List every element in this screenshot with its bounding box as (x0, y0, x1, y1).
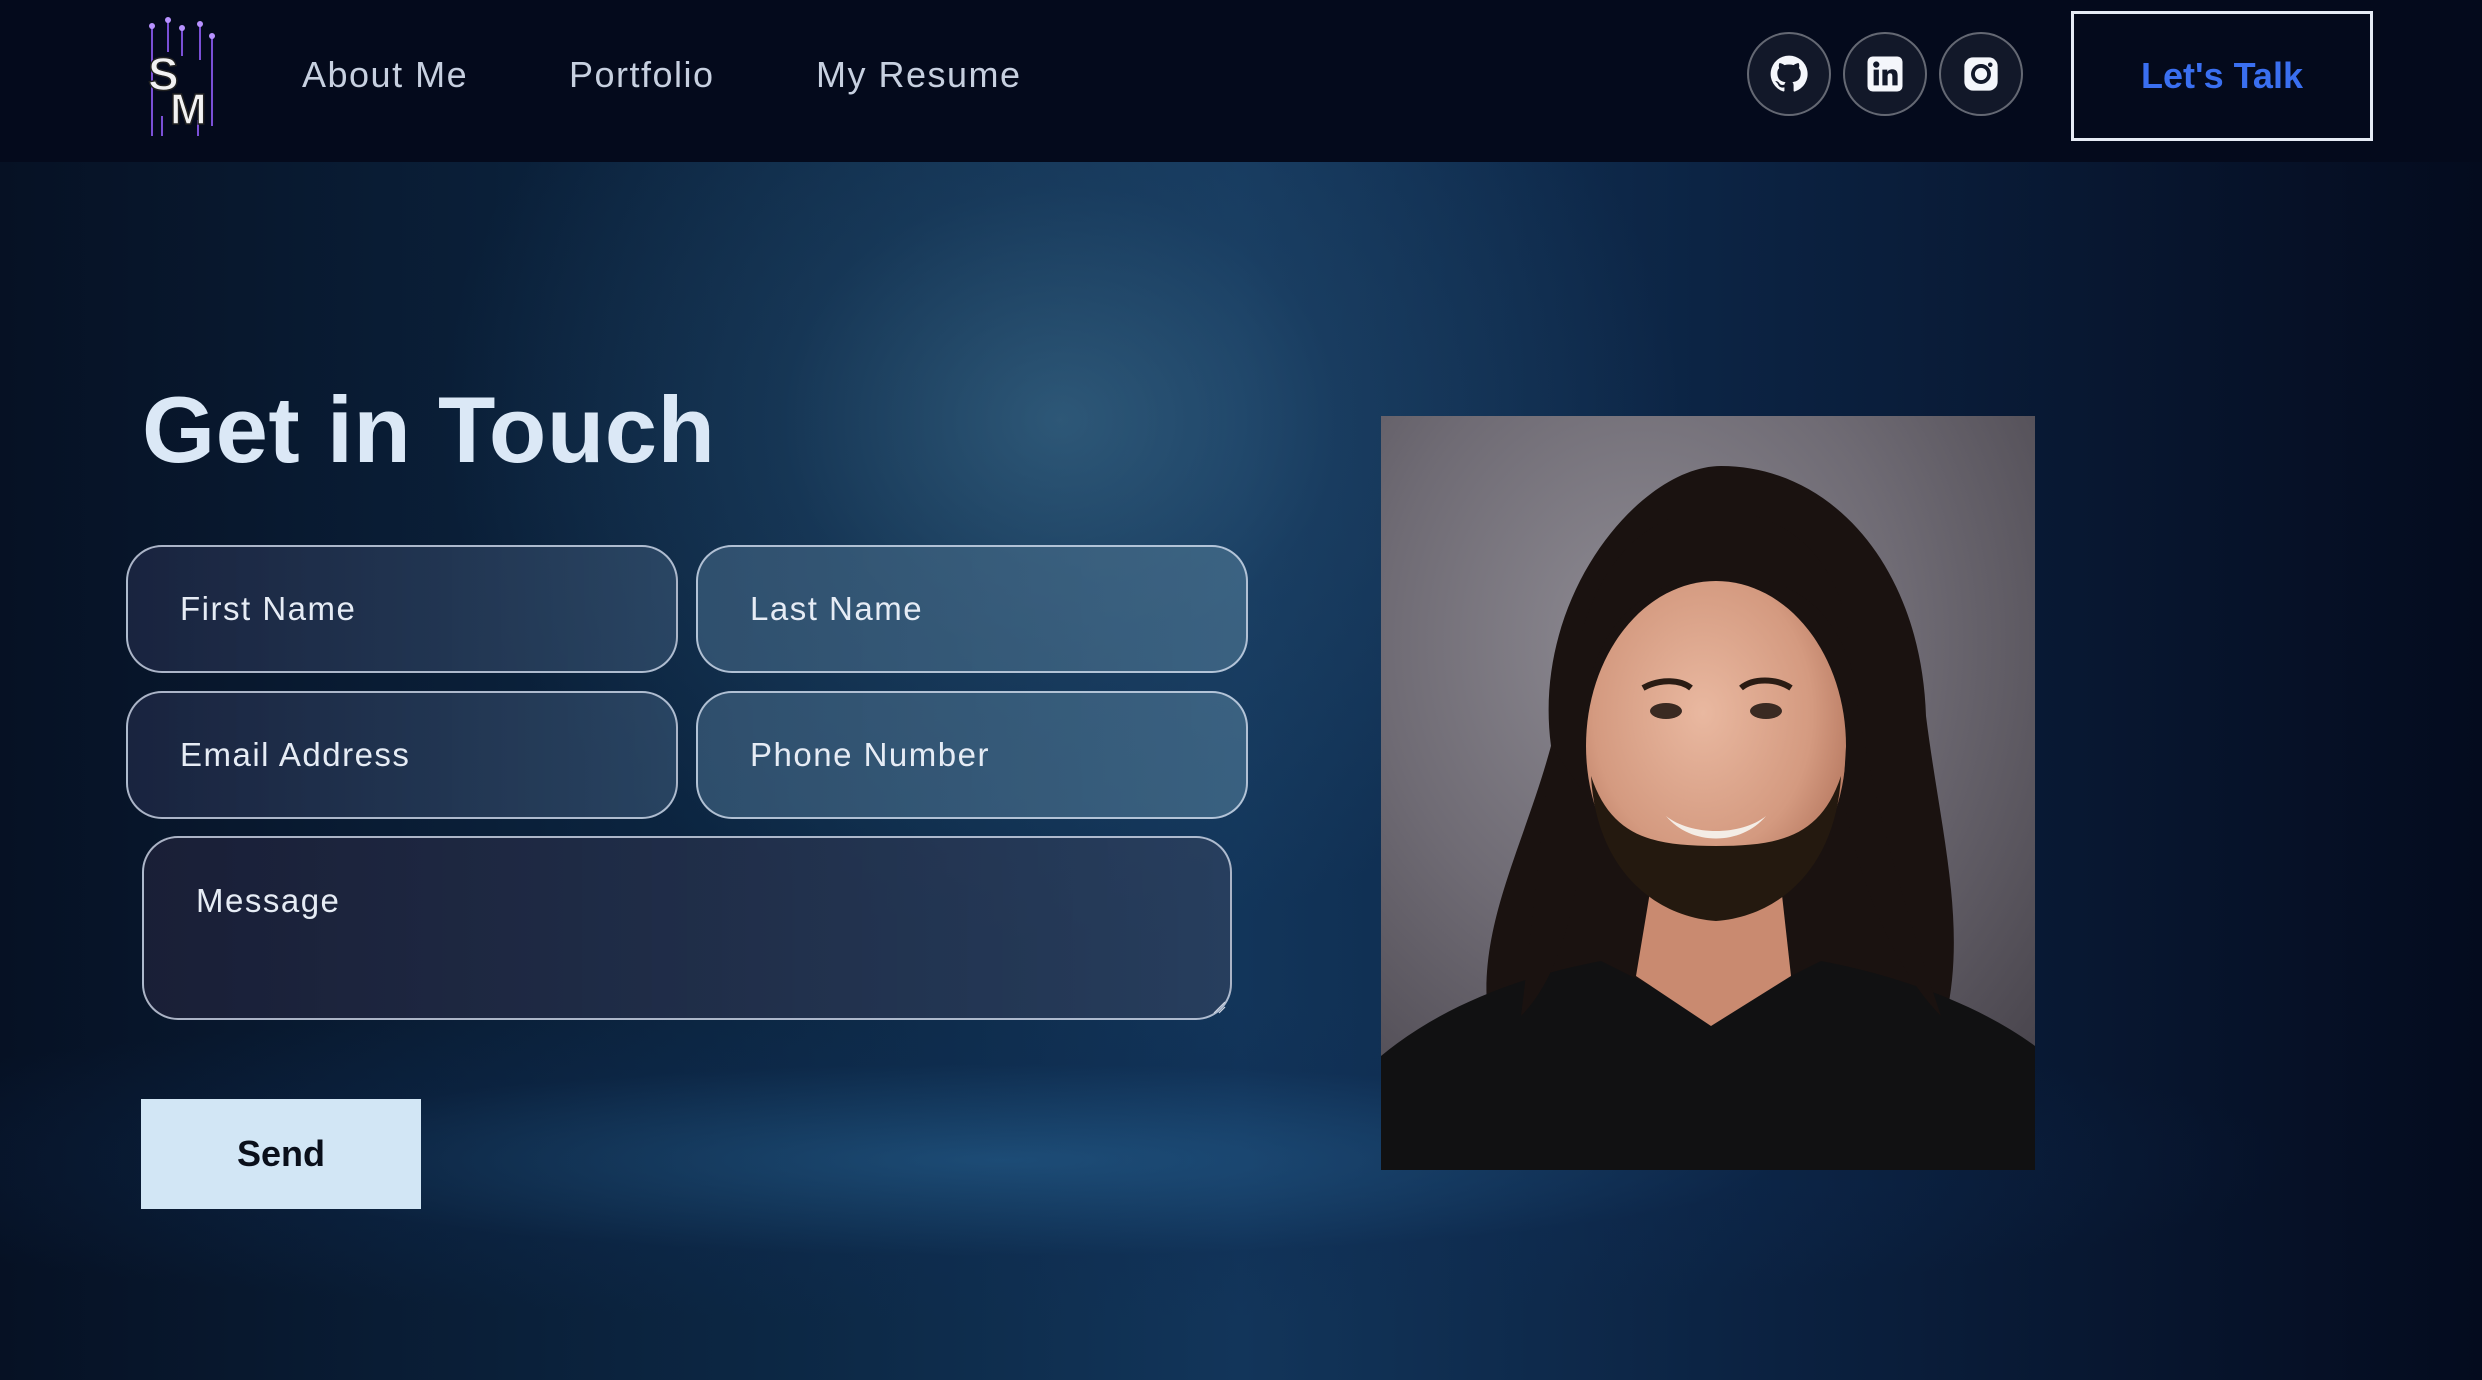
linkedin-button[interactable] (1843, 32, 1927, 116)
nav-portfolio[interactable]: Portfolio (569, 54, 715, 96)
top-navbar: S M About Me Portfolio My Resume Let's T… (0, 0, 2482, 162)
instagram-icon (1964, 57, 1998, 91)
github-button[interactable] (1747, 32, 1831, 116)
resize-grip-icon[interactable] (1212, 1000, 1226, 1014)
phone-placeholder: Phone Number (750, 736, 990, 773)
site-logo[interactable]: S M (138, 16, 224, 140)
svg-text:M: M (170, 85, 207, 134)
last-name-placeholder: Last Name (750, 590, 924, 627)
nav-about-me[interactable]: About Me (302, 54, 468, 96)
message-textarea[interactable]: Message (142, 836, 1232, 1020)
email-field[interactable]: Email Address (126, 691, 678, 819)
instagram-button[interactable] (1939, 32, 2023, 116)
message-placeholder: Message (196, 882, 341, 919)
first-name-placeholder: First Name (180, 590, 357, 627)
send-button[interactable]: Send (141, 1099, 421, 1209)
email-placeholder: Email Address (180, 736, 411, 773)
first-name-field[interactable]: First Name (126, 545, 678, 673)
linkedin-icon (1867, 56, 1903, 92)
last-name-field[interactable]: Last Name (696, 545, 1248, 673)
phone-field[interactable]: Phone Number (696, 691, 1248, 819)
contact-page: S M About Me Portfolio My Resume Let's T… (0, 0, 2482, 1380)
nav-my-resume[interactable]: My Resume (816, 54, 1022, 96)
github-icon (1770, 55, 1808, 92)
profile-photo (1381, 416, 2035, 1170)
lets-talk-button[interactable]: Let's Talk (2071, 11, 2373, 141)
page-title: Get in Touch (142, 377, 716, 482)
